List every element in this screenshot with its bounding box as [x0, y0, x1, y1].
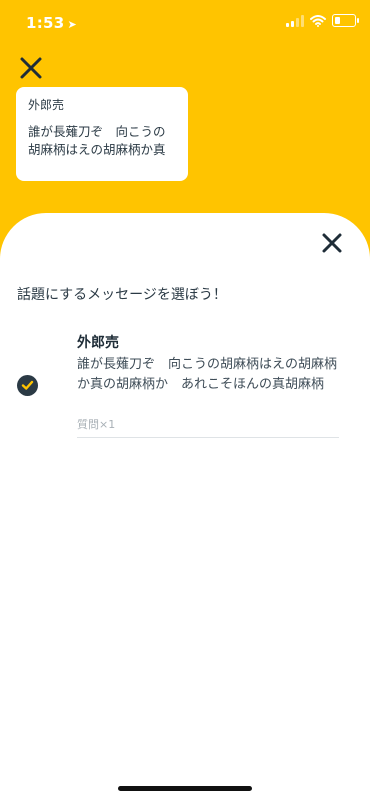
status-bar: 1:53 ➤	[0, 0, 370, 44]
close-button[interactable]	[18, 55, 44, 81]
selected-check[interactable]	[17, 375, 38, 396]
close-icon	[20, 57, 42, 79]
sheet-close-button[interactable]	[321, 232, 343, 254]
message-select-sheet: 話題にするメッセージを選ぼう！ 外郎売 誰が長薙刀ぞ 向こうの胡麻柄はえの胡麻柄…	[0, 213, 370, 800]
location-arrow-icon: ➤	[67, 18, 78, 31]
message-meta: 質問×1	[77, 418, 116, 431]
message-body: 誰が長薙刀ぞ 向こうの胡麻柄はえの胡麻柄か真の胡麻柄か あれこそほんの真胡麻柄	[77, 357, 338, 392]
preview-title: 外郎売	[28, 98, 65, 112]
battery-icon	[332, 14, 359, 27]
wifi-icon	[310, 14, 326, 27]
status-icons	[286, 14, 359, 27]
signal-icon	[286, 14, 304, 27]
status-time: 1:53 ➤	[26, 14, 78, 32]
close-icon	[322, 233, 342, 253]
message-preview-card: 外郎売 誰が長薙刀ぞ 向こうの胡麻柄はえの胡麻柄か真	[16, 87, 188, 181]
divider	[77, 437, 339, 438]
message-title: 外郎売	[77, 335, 119, 351]
check-icon	[21, 380, 34, 390]
sheet-heading: 話題にするメッセージを選ぼう！	[17, 287, 227, 303]
message-list-item[interactable]: 外郎売 誰が長薙刀ぞ 向こうの胡麻柄はえの胡麻柄か真の胡麻柄か あれこそほんの真…	[0, 323, 370, 439]
preview-body: 誰が長薙刀ぞ 向こうの胡麻柄はえの胡麻柄か真	[28, 124, 166, 157]
home-indicator	[118, 786, 252, 791]
